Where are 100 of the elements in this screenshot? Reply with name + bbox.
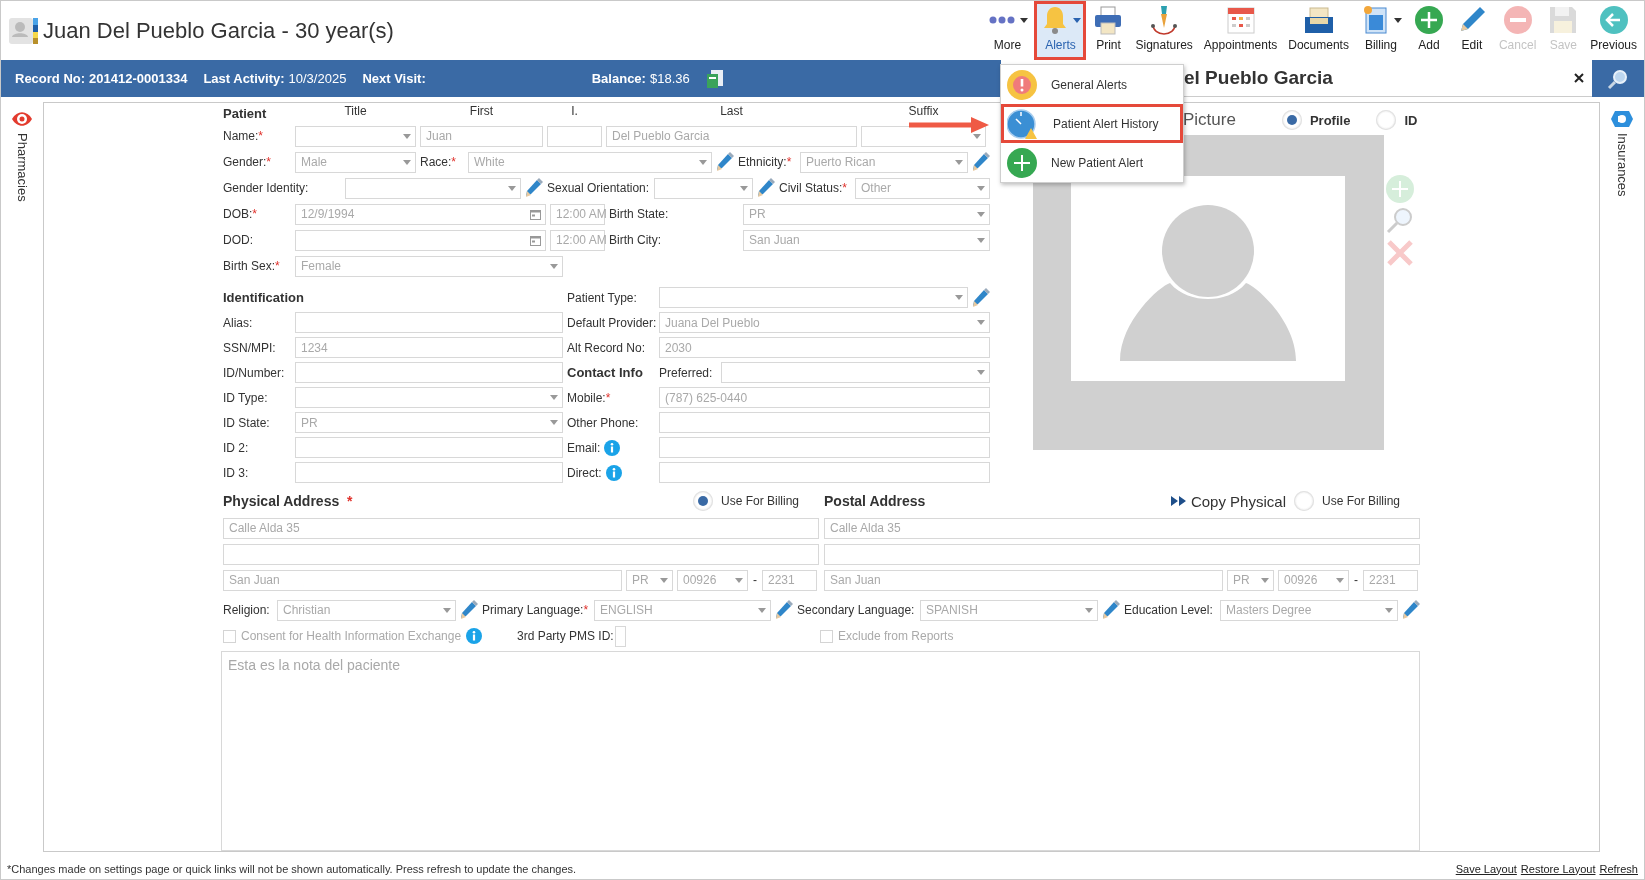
time-field[interactable]: 12:00 AM (550, 203, 605, 225)
shield-icon[interactable] (1611, 109, 1633, 129)
pencil-icon[interactable] (756, 178, 775, 198)
radio-button[interactable] (1376, 110, 1397, 130)
radio-button[interactable] (1293, 491, 1314, 511)
input-field[interactable] (295, 312, 563, 333)
input-field[interactable]: Calle Alda 35 (223, 517, 819, 539)
footer-link[interactable]: Refresh (1599, 862, 1638, 875)
input-field[interactable] (223, 543, 819, 565)
receipt-icon[interactable] (705, 68, 724, 89)
input-field[interactable] (659, 462, 990, 483)
toolbar-button[interactable]: More (981, 1, 1034, 60)
footer-link[interactable]: Restore Layout (1520, 862, 1596, 875)
date-field[interactable] (295, 229, 546, 251)
dropdown[interactable] (721, 362, 990, 383)
input-field[interactable] (659, 437, 990, 458)
copy-button[interactable]: Copy Physical (1170, 492, 1286, 510)
toolbar-button[interactable]: Appointments (1198, 1, 1283, 60)
input-field[interactable] (295, 437, 563, 458)
input-field[interactable] (295, 362, 563, 383)
input-field[interactable]: San Juan (223, 569, 622, 591)
dropdown[interactable]: SPANISH (920, 599, 1098, 621)
pencil-icon[interactable] (1401, 600, 1420, 620)
input-field[interactable]: 2030 (659, 337, 990, 358)
dropdown[interactable]: Other (855, 177, 990, 199)
dropdown[interactable]: 00926 (677, 569, 748, 591)
info-icon[interactable] (605, 464, 622, 481)
date-field[interactable]: 12/9/1994 (295, 203, 546, 225)
input-field[interactable] (659, 412, 990, 433)
input-field[interactable]: 2231 (1363, 569, 1418, 591)
eye-target-icon[interactable] (11, 109, 33, 129)
cross-icon[interactable] (1386, 239, 1414, 267)
toolbar-button[interactable]: Previous (1585, 1, 1642, 60)
pencil-icon[interactable] (459, 600, 478, 620)
calendar-icon[interactable] (530, 208, 541, 220)
pencil-icon[interactable] (971, 287, 990, 308)
radio-label: ID (1404, 112, 1418, 128)
radio-button[interactable] (1281, 110, 1302, 130)
input-field[interactable]: 2231 (762, 569, 817, 591)
field-label: ID 3: (223, 465, 249, 480)
dropdown[interactable]: White (468, 151, 712, 173)
dropdown[interactable]: ENGLISH (594, 599, 771, 621)
dropdown[interactable] (295, 387, 563, 408)
input-field[interactable] (615, 625, 626, 647)
info-value: 10/3/2025 (288, 71, 347, 86)
input-field[interactable]: 1234 (295, 337, 563, 358)
dropdown[interactable]: PR (743, 203, 990, 225)
dropdown[interactable]: Male (295, 151, 416, 173)
dropdown[interactable]: Christian (277, 599, 456, 621)
toolbar-button[interactable]: Alerts (1034, 1, 1087, 60)
toolbar-button[interactable]: Edit (1450, 1, 1493, 60)
input-field[interactable]: Del Pueblo Garcia (606, 125, 857, 147)
dropdown[interactable]: San Juan (743, 229, 990, 251)
input-field[interactable]: Calle Alda 35 (824, 517, 1420, 539)
menu-item[interactable]: New Patient Alert (1001, 143, 1183, 182)
side-tab[interactable]: Insurances (1614, 133, 1630, 197)
pencil-icon[interactable] (524, 178, 543, 198)
radio-button[interactable] (692, 491, 713, 511)
toolbar-button[interactable]: Print (1087, 1, 1130, 60)
time-field[interactable]: 12:00 AM (550, 229, 605, 251)
toolbar-button[interactable]: Billing (1354, 1, 1407, 60)
input-field[interactable]: San Juan (824, 569, 1223, 591)
menu-item[interactable]: Patient Alert History (1001, 104, 1183, 143)
footer-link[interactable]: Save Layout (1455, 862, 1517, 875)
notes-field[interactable]: Esta es la nota del paciente (221, 651, 1420, 851)
close-button[interactable] (1572, 71, 1586, 85)
pencil-icon[interactable] (774, 600, 793, 620)
info-icon[interactable] (604, 439, 621, 456)
info-icon[interactable] (466, 628, 483, 644)
dropdown[interactable]: PR (626, 569, 673, 591)
checkbox-label: Exclude from Reports (838, 629, 954, 643)
checkbox-label: Consent for Health Information Exchange (241, 629, 462, 643)
side-tab[interactable]: Pharmacies (14, 133, 30, 202)
search-icon[interactable] (1607, 67, 1629, 90)
input-field[interactable] (824, 543, 1420, 565)
toolbar-button[interactable]: Signatures (1130, 1, 1198, 60)
dropdown[interactable]: Female (295, 255, 563, 277)
calendar-icon[interactable] (530, 234, 541, 246)
input-field[interactable] (295, 462, 563, 483)
menu-item[interactable]: General Alerts (1001, 65, 1183, 104)
pencil-icon[interactable] (971, 152, 990, 172)
pencil-icon[interactable] (715, 152, 734, 172)
dropdown[interactable]: 00926 (1278, 569, 1349, 591)
pencil-icon[interactable] (1101, 600, 1120, 620)
toolbar-button[interactable]: Documents (1283, 1, 1354, 60)
patient-card-icon (9, 15, 39, 46)
input-field[interactable]: Juan (420, 125, 543, 147)
dropdown[interactable] (295, 125, 416, 147)
dropdown[interactable]: Puerto Rican (800, 151, 968, 173)
plus-circle-icon[interactable] (1386, 175, 1414, 203)
field-label: Alias: (223, 315, 253, 330)
dropdown[interactable]: Masters Degree (1220, 599, 1398, 621)
field-label: DOB:* (223, 207, 257, 221)
dropdown[interactable]: Juana Del Pueblo (659, 312, 990, 333)
toolbar-button[interactable]: Add (1407, 1, 1450, 60)
dropdown[interactable]: PR (1227, 569, 1274, 591)
input-field[interactable] (547, 125, 602, 147)
caret-icon (550, 263, 558, 269)
dropdown[interactable]: PR (295, 412, 563, 433)
input-field[interactable]: (787) 625-0440 (659, 387, 990, 408)
